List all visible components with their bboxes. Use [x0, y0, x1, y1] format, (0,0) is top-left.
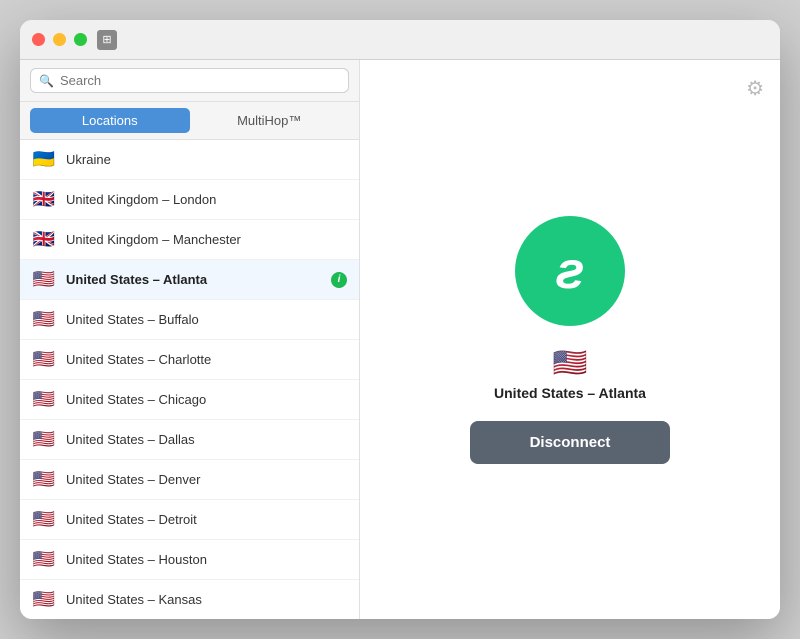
location-flag: 🇺🇸: [32, 269, 56, 290]
location-name: United States – Kansas: [66, 592, 347, 607]
tab-multihop[interactable]: MultiHop™: [190, 108, 350, 133]
vpn-logo: ƨ: [515, 216, 625, 326]
location-name: United States – Houston: [66, 552, 347, 567]
location-name: United States – Chicago: [66, 392, 347, 407]
location-item[interactable]: 🇺🇸 United States – Charlotte: [20, 340, 359, 380]
connected-location-label: United States – Atlanta: [494, 385, 646, 401]
location-flag: 🇺🇸: [32, 589, 56, 610]
connected-indicator: [331, 272, 347, 288]
location-item[interactable]: 🇺🇸 United States – Denver: [20, 460, 359, 500]
location-item[interactable]: 🇺🇸 United States – Atlanta: [20, 260, 359, 300]
location-item[interactable]: 🇺🇸 United States – Kansas: [20, 580, 359, 619]
location-flag: 🇺🇸: [32, 469, 56, 490]
location-name: United States – Detroit: [66, 512, 347, 527]
location-item[interactable]: 🇬🇧 United Kingdom – Manchester: [20, 220, 359, 260]
location-name: United Kingdom – Manchester: [66, 232, 347, 247]
location-name: United States – Atlanta: [66, 272, 321, 287]
location-item[interactable]: 🇬🇧 United Kingdom – London: [20, 180, 359, 220]
location-item[interactable]: 🇺🇸 United States – Detroit: [20, 500, 359, 540]
search-icon: 🔍: [39, 74, 54, 88]
location-name: United Kingdom – London: [66, 192, 347, 207]
location-name: United States – Charlotte: [66, 352, 347, 367]
window-icon: ⊞: [97, 30, 117, 50]
location-item[interactable]: 🇺🇸 United States – Dallas: [20, 420, 359, 460]
main-content: 🔍 Locations MultiHop™ 🇺🇦 Ukraine 🇬🇧 United …: [20, 60, 780, 619]
tabs-container: Locations MultiHop™: [20, 102, 359, 140]
search-input[interactable]: [60, 73, 340, 88]
connected-flag: 🇺🇸: [553, 346, 588, 379]
location-flag: 🇺🇦: [32, 149, 56, 170]
location-flag: 🇺🇸: [32, 509, 56, 530]
location-name: United States – Denver: [66, 472, 347, 487]
location-flag: 🇺🇸: [32, 389, 56, 410]
location-item[interactable]: 🇺🇦 Ukraine: [20, 140, 359, 180]
gear-icon[interactable]: ⚙: [746, 76, 764, 101]
search-container: 🔍: [20, 60, 359, 102]
location-item[interactable]: 🇺🇸 United States – Chicago: [20, 380, 359, 420]
location-flag: 🇺🇸: [32, 309, 56, 330]
search-box: 🔍: [30, 68, 349, 93]
right-panel: ⚙ ƨ 🇺🇸 United States – Atlanta Disconnec…: [360, 60, 780, 619]
location-flag: 🇬🇧: [32, 229, 56, 250]
close-button[interactable]: [32, 33, 45, 46]
traffic-lights: [32, 33, 87, 46]
location-name: Ukraine: [66, 152, 347, 167]
location-name: United States – Dallas: [66, 432, 347, 447]
location-flag: 🇺🇸: [32, 549, 56, 570]
app-window: ⊞ 🔍 Locations MultiHop™ 🇺🇦 Ukraine 🇬🇧 Unite…: [20, 20, 780, 619]
sidebar: 🔍 Locations MultiHop™ 🇺🇦 Ukraine 🇬🇧 United …: [20, 60, 360, 619]
location-name: United States – Buffalo: [66, 312, 347, 327]
disconnect-button[interactable]: Disconnect: [470, 421, 670, 464]
maximize-button[interactable]: [74, 33, 87, 46]
connected-info: 🇺🇸 United States – Atlanta: [494, 346, 646, 401]
minimize-button[interactable]: [53, 33, 66, 46]
location-item[interactable]: 🇺🇸 United States – Houston: [20, 540, 359, 580]
location-flag: 🇺🇸: [32, 349, 56, 370]
location-flag: 🇬🇧: [32, 189, 56, 210]
titlebar: ⊞: [20, 20, 780, 60]
tab-locations[interactable]: Locations: [30, 108, 190, 133]
location-list[interactable]: 🇺🇦 Ukraine 🇬🇧 United Kingdom – London 🇬🇧 Unit…: [20, 140, 359, 619]
location-flag: 🇺🇸: [32, 429, 56, 450]
vpn-logo-letter: ƨ: [556, 245, 585, 297]
location-item[interactable]: 🇺🇸 United States – Buffalo: [20, 300, 359, 340]
